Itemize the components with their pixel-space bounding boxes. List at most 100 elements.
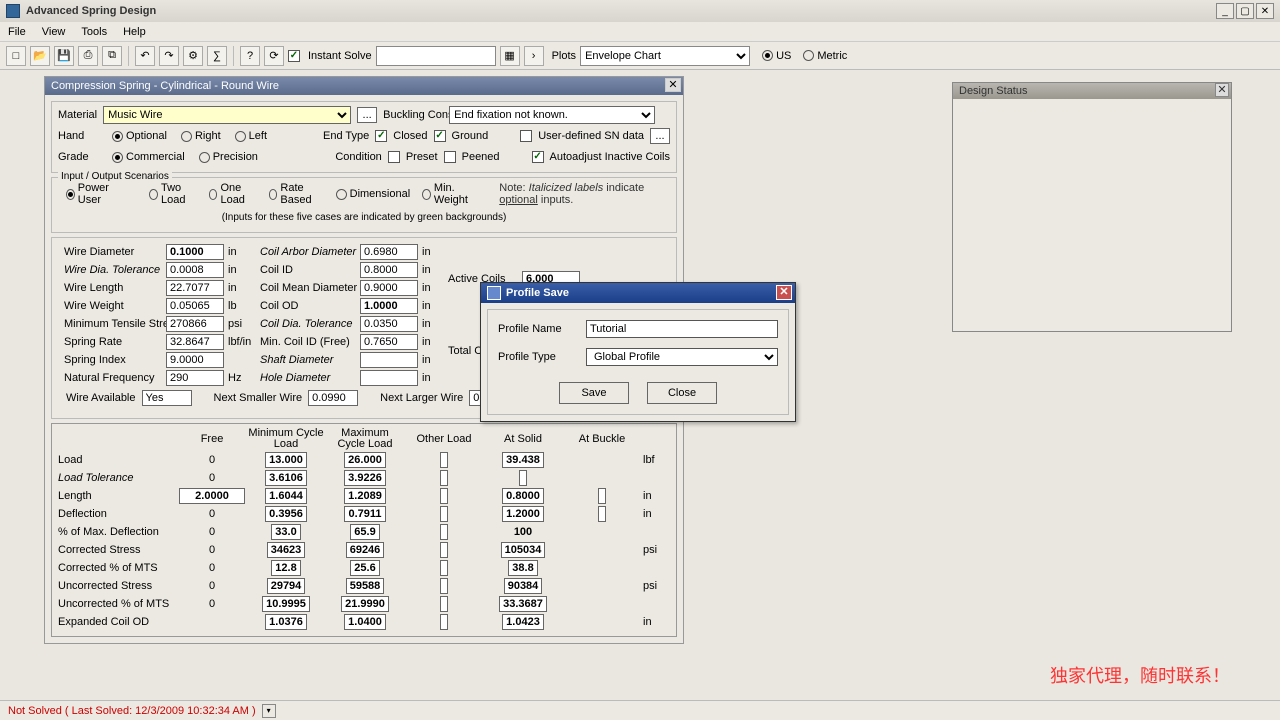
table-cell[interactable]	[440, 596, 448, 612]
table-cell[interactable]	[598, 506, 606, 522]
redo-icon[interactable]: ↷	[159, 46, 179, 66]
table-cell[interactable]: 90384	[504, 578, 543, 594]
autoadjust-check[interactable]	[532, 151, 544, 163]
design-status-close-icon[interactable]: ✕	[1215, 83, 1229, 97]
close-button[interactable]: ✕	[1256, 3, 1274, 19]
io-one-radio[interactable]	[209, 189, 218, 200]
shaft-dia-input[interactable]	[360, 352, 418, 368]
table-cell[interactable]: 2.0000	[179, 488, 245, 504]
table-cell[interactable]: 105034	[501, 542, 546, 558]
table-cell[interactable]: 39.438	[502, 452, 544, 468]
menu-help[interactable]: Help	[123, 26, 146, 38]
options-icon[interactable]: ⚙	[183, 46, 203, 66]
wire-diameter-input[interactable]	[166, 244, 224, 260]
material-browse-button[interactable]: ...	[357, 107, 377, 123]
table-cell[interactable]	[440, 542, 448, 558]
table-cell[interactable]: 1.2000	[502, 506, 544, 522]
coil-arbor-input[interactable]	[360, 244, 418, 260]
min-coil-id-input[interactable]	[360, 334, 418, 350]
print-icon[interactable]: ⎙	[78, 46, 98, 66]
table-cell[interactable]	[440, 578, 448, 594]
table-cell[interactable]: 10.9995	[262, 596, 310, 612]
table-cell[interactable]	[519, 470, 527, 486]
table-cell[interactable]: 3.6106	[265, 470, 307, 486]
menu-file[interactable]: File	[8, 26, 26, 38]
table-cell[interactable]: 33.0	[271, 524, 300, 540]
table-cell[interactable]: 13.000	[265, 452, 307, 468]
table-cell[interactable]	[440, 614, 448, 630]
refresh-icon[interactable]: ⟳	[264, 46, 284, 66]
plots-select[interactable]: Envelope Chart	[580, 46, 750, 66]
peened-check[interactable]	[444, 151, 456, 163]
wire-available-input[interactable]	[142, 390, 192, 406]
spring-rate-input[interactable]	[166, 334, 224, 350]
help-icon[interactable]: ?	[240, 46, 260, 66]
calc-icon[interactable]: ∑	[207, 46, 227, 66]
units-metric-radio[interactable]	[803, 50, 814, 61]
table-cell[interactable]	[440, 452, 448, 468]
dialog-close-icon[interactable]: ✕	[776, 285, 792, 300]
grade-precision-radio[interactable]	[199, 152, 210, 163]
table-cell[interactable]	[440, 506, 448, 522]
table-cell[interactable]: 1.2089	[344, 488, 386, 504]
table-cell[interactable]	[440, 560, 448, 576]
fwd-icon[interactable]: ›	[524, 46, 544, 66]
table-cell[interactable]: 33.3687	[499, 596, 547, 612]
table-cell[interactable]: 38.8	[508, 560, 537, 576]
minimize-button[interactable]: _	[1216, 3, 1234, 19]
closed-check[interactable]	[375, 130, 387, 142]
copy-icon[interactable]: ⧉	[102, 46, 122, 66]
coil-dia-tol-input[interactable]	[360, 316, 418, 332]
table-cell[interactable]: 0.3956	[265, 506, 307, 522]
spring-index-input[interactable]	[166, 352, 224, 368]
wire-dia-tol-input[interactable]	[166, 262, 224, 278]
menu-tools[interactable]: Tools	[81, 26, 107, 38]
io-rate-radio[interactable]	[269, 189, 278, 200]
go-icon[interactable]: ▦	[500, 46, 520, 66]
profile-name-input[interactable]	[586, 320, 778, 338]
next-smaller-input[interactable]	[308, 390, 358, 406]
io-two-radio[interactable]	[149, 189, 158, 200]
io-dim-radio[interactable]	[336, 189, 347, 200]
table-cell[interactable]: 3.9226	[344, 470, 386, 486]
table-cell[interactable]: 12.8	[271, 560, 300, 576]
grade-commercial-radio[interactable]	[112, 152, 123, 163]
open-icon[interactable]: 📂	[30, 46, 50, 66]
user-sn-check[interactable]	[520, 130, 532, 142]
table-cell[interactable]: 21.9990	[341, 596, 389, 612]
ground-check[interactable]	[434, 130, 446, 142]
table-cell[interactable]: 69246	[346, 542, 385, 558]
table-cell[interactable]: 26.000	[344, 452, 386, 468]
coil-id-input[interactable]	[360, 262, 418, 278]
table-cell[interactable]	[598, 488, 606, 504]
menu-view[interactable]: View	[42, 26, 66, 38]
hand-right-radio[interactable]	[181, 131, 192, 142]
table-cell[interactable]: 59588	[346, 578, 385, 594]
table-cell[interactable]: 65.9	[350, 524, 379, 540]
hand-optional-radio[interactable]	[112, 131, 123, 142]
save-icon[interactable]: 💾	[54, 46, 74, 66]
buckling-select[interactable]: End fixation not known.	[449, 106, 655, 124]
material-select[interactable]: Music Wire	[103, 106, 351, 124]
wire-length-input[interactable]	[166, 280, 224, 296]
table-cell[interactable]	[440, 470, 448, 486]
table-cell[interactable]: 25.6	[350, 560, 379, 576]
undo-icon[interactable]: ↶	[135, 46, 155, 66]
table-cell[interactable]	[440, 488, 448, 504]
panel-close-icon[interactable]: ✕	[665, 78, 681, 92]
save-button[interactable]: Save	[559, 382, 629, 404]
table-cell[interactable]: 1.0376	[265, 614, 307, 630]
nat-freq-input[interactable]	[166, 370, 224, 386]
table-cell[interactable]: 1.6044	[265, 488, 307, 504]
table-cell[interactable]: 34623	[267, 542, 306, 558]
coil-mean-input[interactable]	[360, 280, 418, 296]
toolbar-address[interactable]	[376, 46, 496, 66]
table-cell[interactable]: 1.0423	[502, 614, 544, 630]
table-cell[interactable]	[440, 524, 448, 540]
maximize-button[interactable]: ▢	[1236, 3, 1254, 19]
instant-solve-check[interactable]	[288, 50, 300, 62]
new-icon[interactable]: □	[6, 46, 26, 66]
hand-left-radio[interactable]	[235, 131, 246, 142]
mts-input[interactable]	[166, 316, 224, 332]
table-cell[interactable]: 1.0400	[344, 614, 386, 630]
